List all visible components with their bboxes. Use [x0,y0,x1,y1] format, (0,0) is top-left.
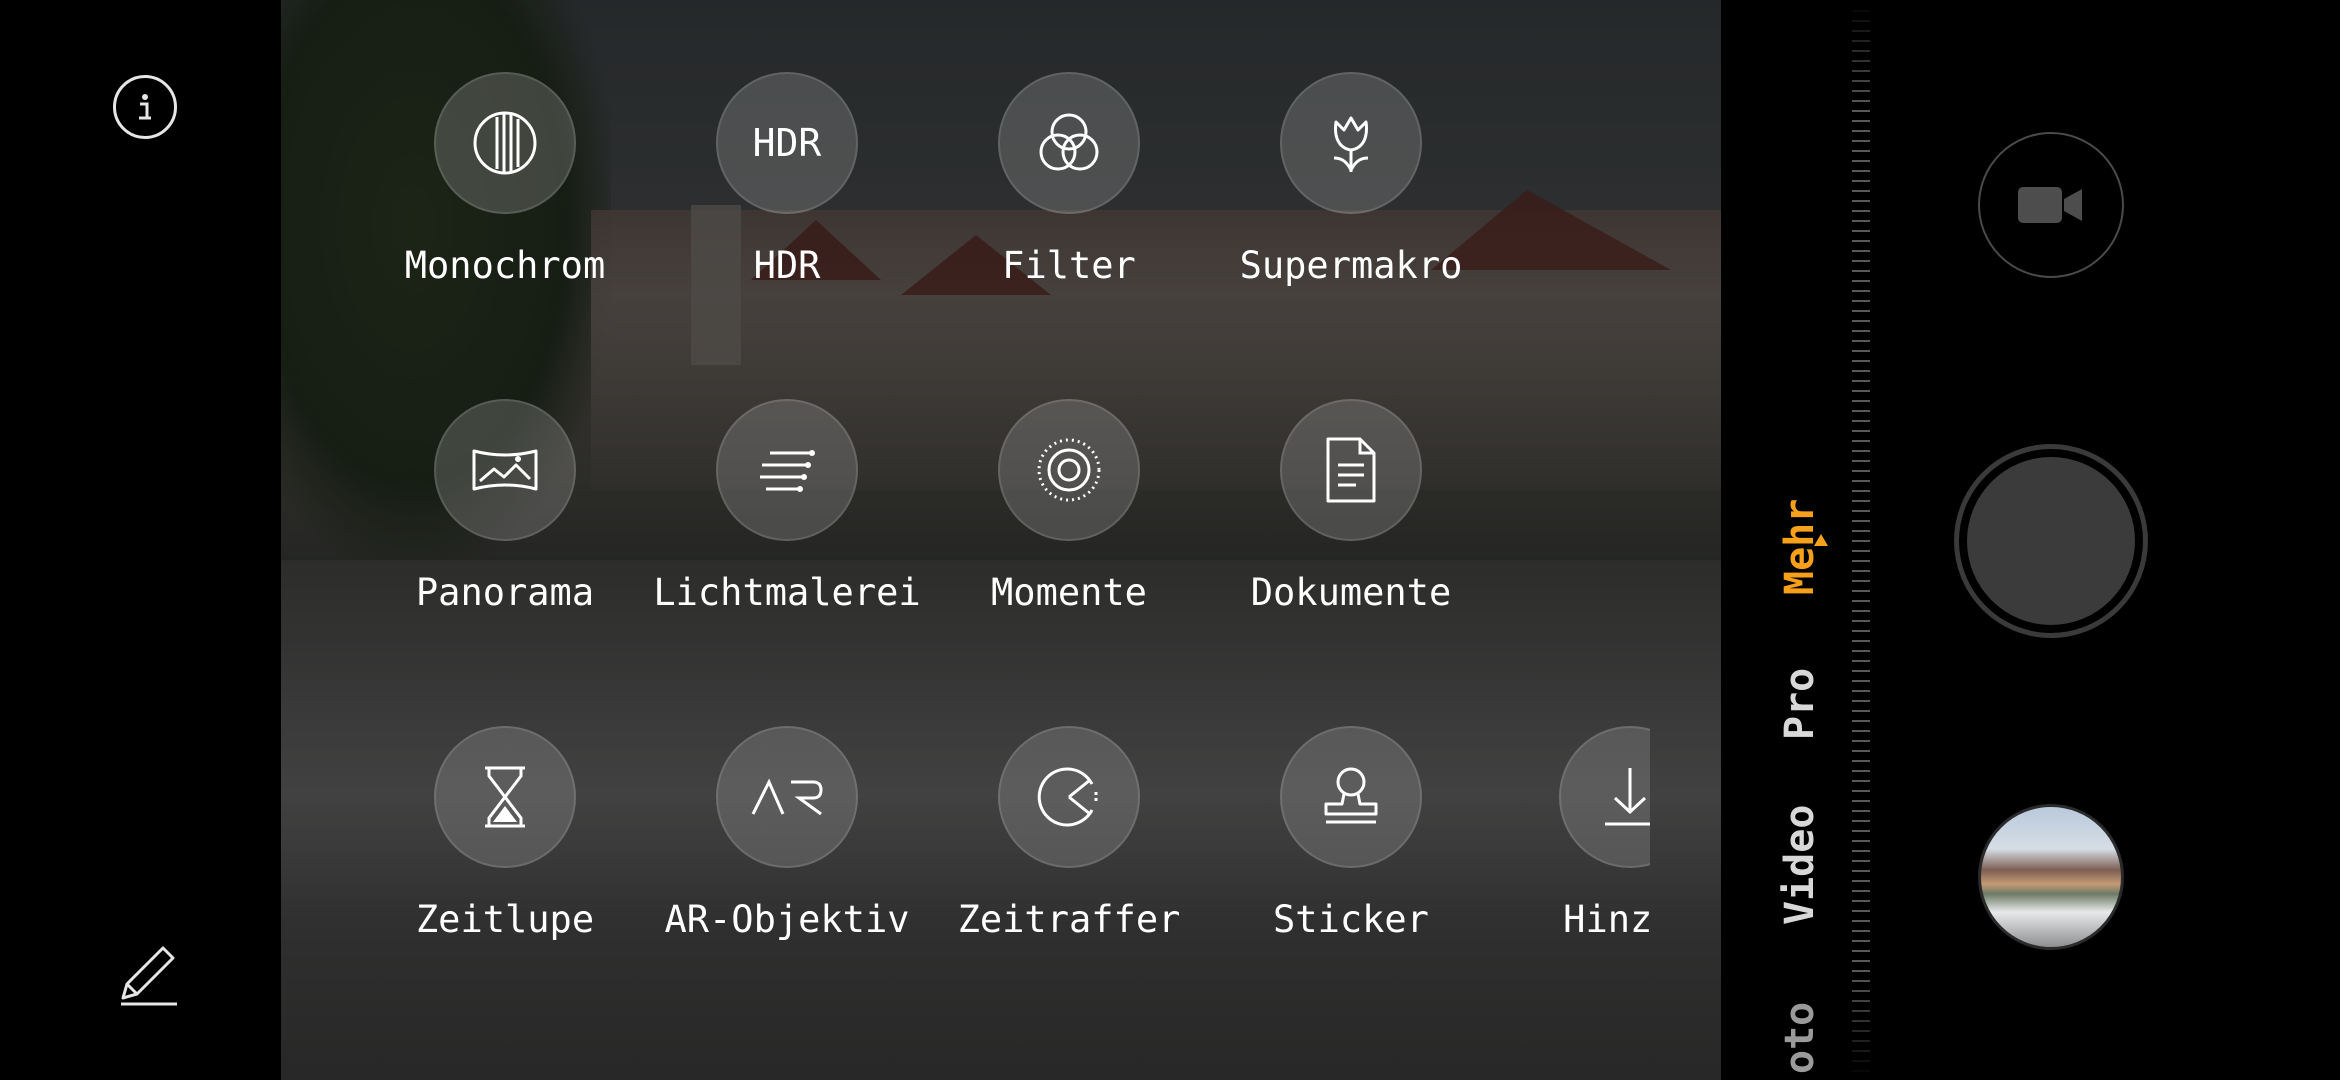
left-toolbar [0,0,281,1080]
shutter-button[interactable] [1954,444,2148,638]
mode-panorama-button[interactable] [434,399,576,541]
monochrome-icon [473,111,537,175]
mode-momente-button[interactable] [998,399,1140,541]
gallery-thumbnail[interactable] [1978,804,2124,950]
tab-mehr[interactable]: Mehr [1777,499,1823,595]
info-button[interactable] [113,75,177,139]
edit-modes-button[interactable] [113,940,183,1010]
panorama-icon [472,449,538,491]
mode-ar-objektiv-button[interactable] [716,726,858,868]
mode-monochrom-button[interactable] [434,72,576,214]
timelapse-icon [1037,767,1098,827]
document-icon [1326,437,1376,503]
ar-icon [751,778,823,816]
mode-sticker-button[interactable] [1280,726,1422,868]
pencil-icon [121,946,177,1006]
mode-hdr-button[interactable]: HDR [716,72,858,214]
mode-label: Lichtmalerei [653,571,921,614]
light-painting-icon [760,450,815,492]
mode-label: Monochrom [404,244,606,287]
mode-lichtmalerei-button[interactable] [716,399,858,541]
add-mode-clip: Hinzuf [1490,720,1650,960]
mode-filter-button[interactable] [998,72,1140,214]
mode-hinzufuegen-button[interactable] [1559,726,1650,868]
active-mode-indicator [1814,534,1828,546]
mode-supermakro-button[interactable] [1280,72,1422,214]
shutter-core [1967,457,2135,625]
info-icon [139,94,151,120]
stamp-icon [1324,767,1378,824]
mode-scroll-ruler[interactable] [1834,0,1870,1080]
tulip-icon [1333,116,1369,172]
mode-label: Sticker [1273,898,1429,941]
mode-label: HDR [753,244,821,287]
hourglass-icon [485,766,525,828]
tab-pro[interactable]: Pro [1777,668,1823,740]
tab-video[interactable]: Video [1777,805,1823,925]
mode-label: Supermakro [1239,244,1463,287]
mode-zeitlupe-button[interactable] [434,726,576,868]
mode-dokumente-button[interactable] [1280,399,1422,541]
mode-label: Momente [991,571,1147,614]
mode-label: Hinzuf [1563,898,1650,941]
mode-label: Zeitraffer [957,898,1181,941]
video-camera-icon [2018,187,2082,223]
video-record-button[interactable] [1978,132,2124,278]
filter-icon [1039,113,1099,171]
mode-zeitraffer-button[interactable] [998,726,1140,868]
hdr-icon: HDR [752,121,822,165]
download-icon [1605,768,1650,826]
moments-icon [1037,438,1101,502]
mode-label: AR-Objektiv [664,898,910,941]
tab-foto[interactable]: oto [1777,1002,1823,1074]
mode-label: Filter [1002,244,1136,287]
mode-label: Panorama [415,571,595,614]
mode-label: Zeitlupe [415,898,595,941]
mode-label: Dokumente [1250,571,1452,614]
